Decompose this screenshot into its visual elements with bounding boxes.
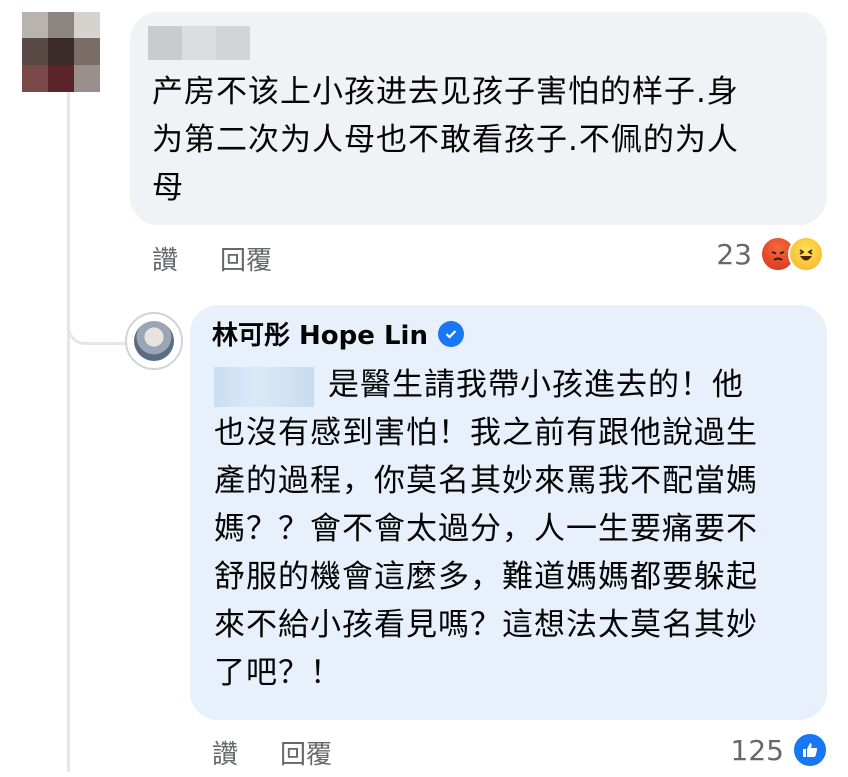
comment-text: 产房不该上小孩进去见孩子害怕的样子.身 为第二次为人母也不敢看孩子.不佩的为人 …	[152, 74, 739, 206]
commenter-name-redacted[interactable]	[148, 26, 250, 60]
haha-icon	[788, 236, 824, 272]
mention-redacted[interactable]	[214, 366, 314, 407]
reaction-summary[interactable]: 23	[716, 236, 824, 272]
commenter-avatar[interactable]	[22, 12, 100, 92]
reaction-count: 125	[730, 733, 784, 767]
author-avatar[interactable]	[125, 312, 183, 370]
thread-line	[67, 92, 70, 772]
comment-bubble: 产房不该上小孩进去见孩子害怕的样子.身 为第二次为人母也不敢看孩子.不佩的为人 …	[130, 12, 827, 225]
reply-author-row: 林可彤 Hope Lin	[212, 315, 464, 352]
reply-connector	[67, 300, 128, 345]
reaction-summary[interactable]: 125	[731, 732, 828, 768]
reaction-count: 23	[716, 237, 752, 271]
reply-bubble: 林可彤 Hope Lin 是醫生請我帶小孩進去的！他 也沒有感到害怕！我之前有跟…	[190, 305, 827, 720]
reply-text: 是醫生請我帶小孩進去的！他 也沒有感到害怕！我之前有跟他說過生 產的過程，你莫名…	[214, 366, 758, 691]
reply-actions: 讚 回覆	[212, 734, 332, 771]
like-icon	[792, 732, 828, 768]
reply-button[interactable]: 回覆	[220, 240, 272, 277]
verified-badge-icon	[437, 320, 464, 347]
like-button[interactable]: 讚	[212, 734, 238, 771]
like-button[interactable]: 讚	[152, 240, 178, 277]
reply-button[interactable]: 回覆	[280, 734, 332, 771]
comment-actions: 讚 回覆	[152, 240, 272, 277]
author-name[interactable]: 林可彤 Hope Lin	[212, 315, 428, 352]
